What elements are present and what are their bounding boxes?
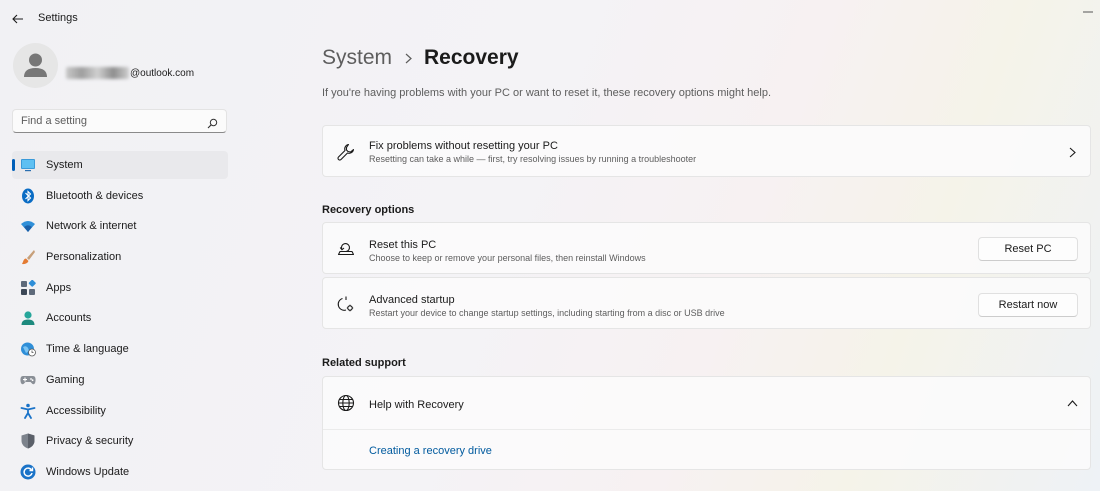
search-icon[interactable] — [207, 116, 218, 129]
search-input[interactable] — [21, 115, 201, 127]
nav-list: System Bluetooth & devices Network & int… — [12, 151, 228, 489]
sidebar-item-windows-update[interactable]: Windows Update — [12, 458, 228, 486]
help-with-recovery-title: Help with Recovery — [369, 399, 464, 411]
restart-now-button[interactable]: Restart now — [978, 293, 1078, 317]
accessibility-icon — [20, 403, 36, 419]
globe-icon — [337, 394, 355, 412]
sidebar-item-label: Apps — [46, 281, 72, 294]
sidebar-item-gaming[interactable]: Gaming — [12, 366, 228, 394]
brush-icon — [20, 249, 36, 265]
main-content: System Recovery If you're having problem… — [322, 0, 1092, 491]
help-with-recovery-card: Help with Recovery Creating a recovery d… — [322, 376, 1091, 470]
sidebar-item-apps[interactable]: Apps — [12, 274, 228, 302]
sidebar-item-label: Network & internet — [46, 220, 137, 233]
account-email: @outlook.com — [66, 66, 194, 80]
advanced-startup-description: Restart your device to change startup se… — [369, 308, 725, 318]
related-support-heading: Related support — [322, 357, 406, 369]
breadcrumb-chevron-icon — [402, 53, 414, 64]
advanced-startup-title: Advanced startup — [369, 294, 455, 306]
sidebar: @outlook.com System Bluetooth & devices … — [0, 36, 240, 491]
page-title: Recovery — [424, 46, 519, 69]
sidebar-item-label: Personalization — [46, 251, 122, 264]
search-box[interactable] — [12, 109, 227, 133]
apps-icon — [20, 279, 36, 296]
breadcrumb: System Recovery — [322, 45, 519, 71]
sidebar-item-privacy-security[interactable]: Privacy & security — [12, 427, 228, 455]
avatar[interactable] — [13, 43, 58, 88]
bluetooth-icon — [20, 188, 36, 204]
sidebar-item-label: Bluetooth & devices — [46, 189, 144, 202]
sidebar-item-network[interactable]: Network & internet — [12, 212, 228, 240]
sidebar-item-personalization[interactable]: Personalization — [12, 243, 228, 271]
breadcrumb-parent[interactable]: System — [322, 46, 392, 70]
fix-problems-description: Resetting can take a while — first, try … — [369, 154, 697, 164]
reset-pc-card: Reset this PC Choose to keep or remove y… — [322, 222, 1091, 274]
fix-problems-title: Fix problems without resetting your PC — [369, 140, 558, 152]
sidebar-item-label: Time & language — [46, 343, 129, 356]
accounts-icon — [20, 310, 36, 326]
reset-pc-icon — [337, 240, 355, 258]
creating-recovery-drive-link[interactable]: Creating a recovery drive — [369, 445, 492, 457]
sidebar-item-label: Windows Update — [46, 465, 130, 478]
reset-pc-title: Reset this PC — [369, 239, 437, 251]
fix-problems-card[interactable]: Fix problems without resetting your PC R… — [322, 125, 1091, 177]
page-description: If you're having problems with your PC o… — [322, 87, 772, 99]
reset-pc-button[interactable]: Reset PC — [978, 237, 1078, 261]
sidebar-item-accessibility[interactable]: Accessibility — [12, 397, 228, 425]
globe-clock-icon — [20, 341, 36, 357]
sidebar-item-accounts[interactable]: Accounts — [12, 304, 228, 332]
wrench-icon — [337, 143, 355, 161]
email-domain: @outlook.com — [130, 67, 195, 79]
blurred-username — [66, 67, 129, 79]
wifi-icon — [20, 218, 36, 234]
recovery-options-heading: Recovery options — [322, 204, 415, 216]
chevron-right-icon — [1066, 146, 1078, 158]
sidebar-item-label: Accounts — [46, 312, 92, 325]
shield-icon — [20, 433, 36, 449]
gamepad-icon — [20, 372, 36, 388]
advanced-startup-icon — [337, 295, 355, 313]
update-icon — [20, 464, 36, 480]
reset-pc-description: Choose to keep or remove your personal f… — [369, 253, 646, 263]
sidebar-item-time-language[interactable]: Time & language — [12, 335, 228, 363]
advanced-startup-card: Advanced startup Restart your device to … — [322, 277, 1091, 329]
sidebar-item-system[interactable]: System — [12, 151, 228, 179]
sidebar-item-label: Gaming — [46, 373, 85, 386]
app-title: Settings — [38, 12, 78, 24]
chevron-up-icon[interactable] — [1066, 397, 1078, 409]
sidebar-item-label: System — [46, 159, 83, 171]
sidebar-item-label: Accessibility — [46, 404, 106, 417]
sidebar-item-label: Privacy & security — [46, 435, 134, 448]
system-icon — [20, 157, 36, 173]
help-with-recovery-header[interactable]: Help with Recovery — [323, 377, 1090, 429]
divider — [323, 429, 1090, 430]
back-arrow-icon[interactable] — [8, 9, 28, 29]
sidebar-item-bluetooth[interactable]: Bluetooth & devices — [12, 182, 228, 210]
